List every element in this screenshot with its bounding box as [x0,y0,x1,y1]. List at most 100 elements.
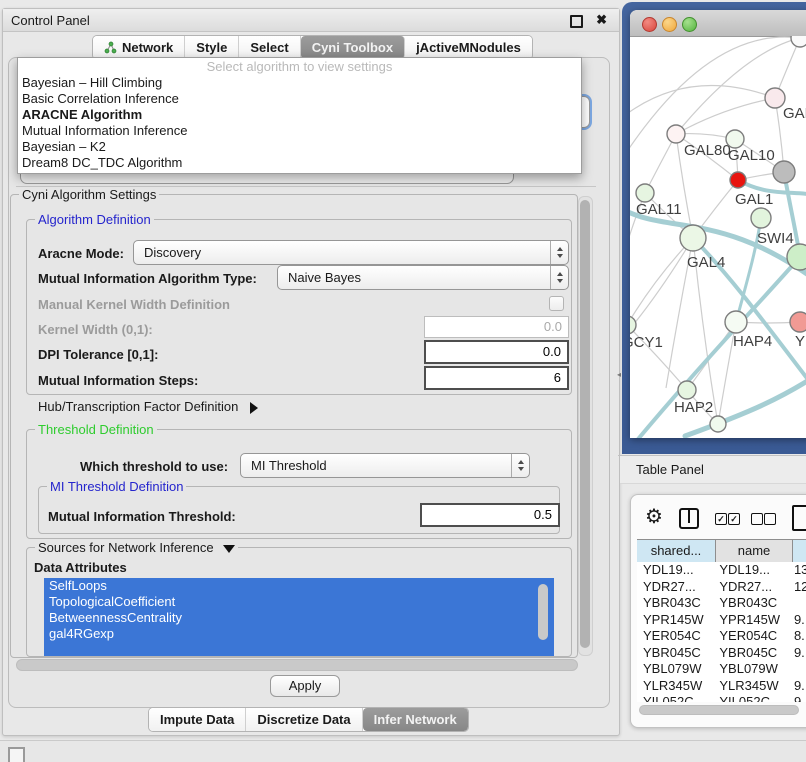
network-node[interactable] [730,172,746,188]
which-threshold-combo[interactable]: MI Threshold [240,453,530,478]
settings-gear-icon[interactable]: ⚙ [645,507,663,527]
tab-jactivemnodules[interactable]: jActiveMNodules [405,36,532,59]
network-canvas[interactable]: GALGAL80GAL10GAL1GAL11SWI4GAL4GCY1HAP4YH… [630,36,806,438]
network-node-label: GAL1 [735,191,773,208]
table-cell: YLR345W [713,678,788,695]
control-panel-titlebar[interactable]: Control Panel ✖ [3,9,619,32]
tab-network[interactable]: Network [93,36,185,59]
table-cell: 12 [788,579,806,596]
table-cell: YDL19... [637,562,713,579]
table-panel-titlebar[interactable]: Table Panel [620,456,806,484]
tab-style[interactable]: Style [185,36,239,59]
table-hscrollbar-thumb[interactable] [639,705,799,715]
stepper-arrows-icon [511,454,529,477]
select-all-checkbox-icon[interactable]: ✓ [728,513,740,525]
attribute-list-item[interactable]: TopologicalCoefficient [44,594,554,610]
algorithm-option[interactable]: Bayesian – K2 [18,139,581,155]
float-window-icon[interactable] [570,15,583,28]
attribute-list-item[interactable]: BetweennessCentrality [44,610,554,626]
close-icon[interactable]: ✖ [596,12,607,28]
zoom-traffic-light-icon[interactable] [682,17,697,32]
network-node[interactable] [710,416,726,432]
table-row[interactable]: YBR045CYBR045C9. [637,645,806,662]
restore-panel-icon[interactable] [8,747,25,762]
sources-title[interactable]: Sources for Network Inference [35,540,238,555]
table-row[interactable]: YDR27...YDR27...12 [637,579,806,596]
column-layout-icon[interactable] [679,508,699,529]
table-row[interactable]: YPR145WYPR145W9. [637,612,806,629]
attribute-list-item[interactable]: gal4RGexp [44,626,554,642]
document-icon[interactable] [792,505,806,531]
table-cell: 9 [788,694,806,702]
settings-vscrollbar-track[interactable] [578,196,593,656]
table-cell: YIL052C [637,694,713,702]
network-node-label: GCY1 [630,334,663,351]
network-node[interactable] [725,311,747,333]
column-header-partial[interactable] [793,540,806,562]
algorithm-dropdown-list: Bayesian – Hill ClimbingBasic Correlatio… [18,75,581,171]
tab-cyni-toolbox[interactable]: Cyni Toolbox [301,36,405,59]
column-header-shared[interactable]: shared... [637,540,716,562]
mi-steps-field[interactable]: 6 [424,366,569,390]
network-node[interactable] [790,312,806,332]
network-edge [630,86,775,116]
table-body[interactable]: YDL19...YDL19...13YDR27...YDR27...12YBR0… [637,562,806,702]
tab-cyni-toolbox-label: Cyni Toolbox [312,40,393,55]
network-node[interactable] [787,244,806,270]
network-node[interactable] [791,36,806,47]
minimize-traffic-light-icon[interactable] [662,17,677,32]
algorithm-option[interactable]: Dream8 DC_TDC Algorithm [18,155,581,171]
algorithm-option[interactable]: ARACNE Algorithm [18,107,581,123]
deselect-all-checkbox-icon[interactable] [764,513,776,525]
manual-kernel-width-checkbox[interactable] [549,296,564,311]
control-panel-title: Control Panel [11,13,90,28]
mi-threshold-field[interactable]: 0.5 [420,503,560,527]
network-node-label: GAL10 [728,147,775,164]
panel-splitter-handle[interactable]: ◂ [617,370,621,379]
network-node[interactable] [765,88,785,108]
table-row[interactable]: YER054CYER054C8. [637,628,806,645]
close-traffic-light-icon[interactable] [642,17,657,32]
table-row[interactable]: YLR345WYLR345W9. [637,678,806,695]
network-node[interactable] [636,184,654,202]
table-cell: YDR27... [713,579,788,596]
tab-select[interactable]: Select [239,36,300,59]
attributes-list-scrollbar[interactable] [538,584,548,640]
network-window-titlebar[interactable] [630,10,806,37]
network-node[interactable] [751,208,771,228]
mi-steps-label: Mutual Information Steps: [38,373,198,388]
table-row[interactable]: YBL079WYBL079W [637,661,806,678]
data-attributes-list[interactable]: SelfLoopsTopologicalCoefficientBetweenne… [44,578,554,656]
settings-vscrollbar-thumb[interactable] [580,200,590,648]
column-header-name[interactable]: name [716,540,793,562]
dpi-tolerance-field[interactable]: 0.0 [424,340,569,364]
settings-hscrollbar-thumb[interactable] [16,659,578,671]
table-cell: 9. [788,678,806,695]
select-all-checkbox-icon[interactable]: ✓ [715,513,727,525]
table-row[interactable]: YBR043CYBR043C [637,595,806,612]
table-row[interactable]: YDL19...YDL19...13 [637,562,806,579]
network-node[interactable] [680,225,706,251]
algorithm-option[interactable]: Basic Correlation Inference [18,91,581,107]
attribute-list-item[interactable]: SelfLoops [44,578,554,594]
network-node[interactable] [773,161,795,183]
aracne-mode-combo[interactable]: Discovery [133,240,569,265]
algorithm-option[interactable]: Bayesian – Hill Climbing [18,75,581,91]
tab-discretize-data[interactable]: Discretize Data [246,708,362,731]
network-node[interactable] [678,381,696,399]
hub-definition-toggle[interactable]: Hub/Transcription Factor Definition [38,399,258,414]
tab-impute-data[interactable]: Impute Data [149,708,246,731]
tab-infer-network[interactable]: Infer Network [363,708,468,731]
network-view-window[interactable]: GALGAL80GAL10GAL1GAL11SWI4GAL4GCY1HAP4YH… [630,10,806,438]
table-cell: 13 [788,562,806,579]
network-node[interactable] [726,130,744,148]
table-row[interactable]: YIL052CYIL052C9 [637,694,806,702]
network-edge [645,134,676,193]
table-cell: YLR345W [637,678,713,695]
mi-algorithm-type-combo[interactable]: Naive Bayes [277,265,569,290]
network-node[interactable] [630,316,636,334]
deselect-all-checkbox-icon[interactable] [751,513,763,525]
algorithm-option[interactable]: Mutual Information Inference [18,123,581,139]
network-node[interactable] [667,125,685,143]
apply-button[interactable]: Apply [270,675,340,697]
